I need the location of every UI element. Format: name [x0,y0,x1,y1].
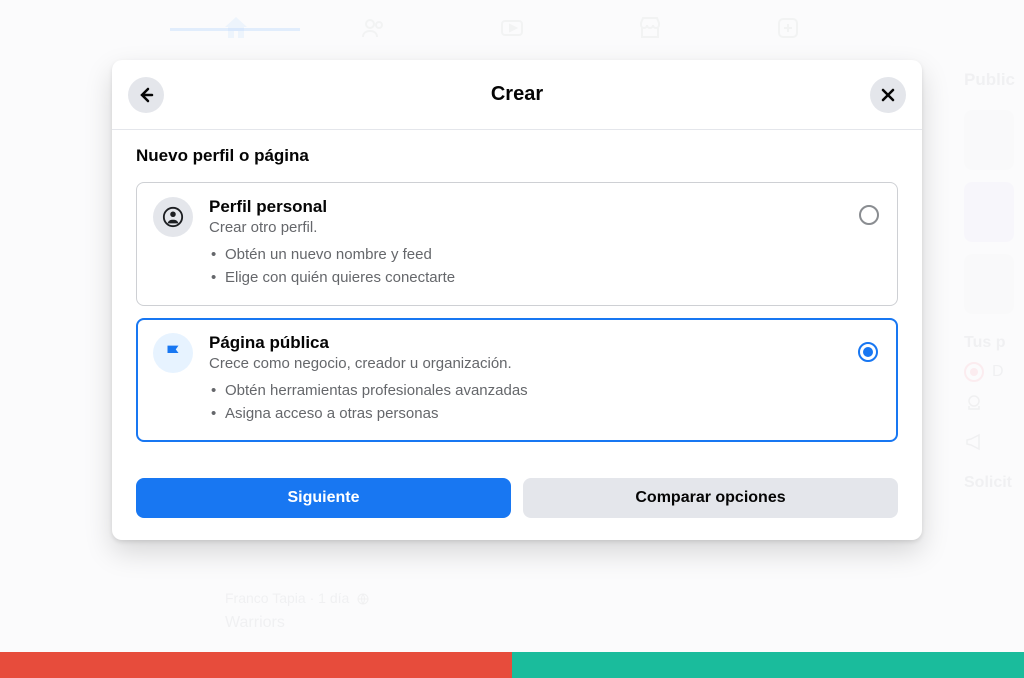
dialog-footer: Siguiente Comparar opciones [112,462,922,540]
flag-icon-wrapper [153,333,193,373]
bullet-item: Asigna acceso a otras personas [225,403,881,426]
option-content: Página pública Crece como negocio, cread… [209,333,881,425]
bullet-item: Elige con quién quieres conectarte [225,267,881,290]
back-button[interactable] [128,77,164,113]
person-icon-wrapper [153,197,193,237]
option-title: Página pública [209,333,881,353]
radio-checked[interactable] [858,342,878,362]
option-subtitle: Crear otro perfil. [209,219,881,236]
create-dialog: Crear Nuevo perfil o página Perfil perso… [112,60,922,540]
dialog-body: Nuevo perfil o página Perfil personal Cr… [112,130,922,462]
radio-unchecked[interactable] [859,205,879,225]
dialog-header: Crear [112,60,922,130]
close-button[interactable] [870,77,906,113]
option-public-page[interactable]: Página pública Crece como negocio, cread… [136,318,898,442]
close-icon [878,85,898,105]
arrow-left-icon [136,85,156,105]
bullet-item: Obtén un nuevo nombre y feed [225,244,881,267]
compare-options-button[interactable]: Comparar opciones [523,478,898,518]
option-bullets: Obtén herramientas profesionales avanzad… [209,380,881,425]
option-content: Perfil personal Crear otro perfil. Obtén… [209,197,881,289]
next-button[interactable]: Siguiente [136,478,511,518]
option-personal-profile[interactable]: Perfil personal Crear otro perfil. Obtén… [136,182,898,306]
option-bullets: Obtén un nuevo nombre y feed Elige con q… [209,244,881,289]
red-bar [0,652,512,678]
bottom-accent-bars [0,652,1024,678]
bullet-item: Obtén herramientas profesionales avanzad… [225,380,881,403]
teal-bar [512,652,1024,678]
section-heading: Nuevo perfil o página [136,146,898,166]
person-icon [162,206,184,228]
flag-icon [162,342,184,364]
option-title: Perfil personal [209,197,881,217]
option-subtitle: Crece como negocio, creador u organizaci… [209,355,881,372]
dialog-title: Crear [491,83,543,106]
